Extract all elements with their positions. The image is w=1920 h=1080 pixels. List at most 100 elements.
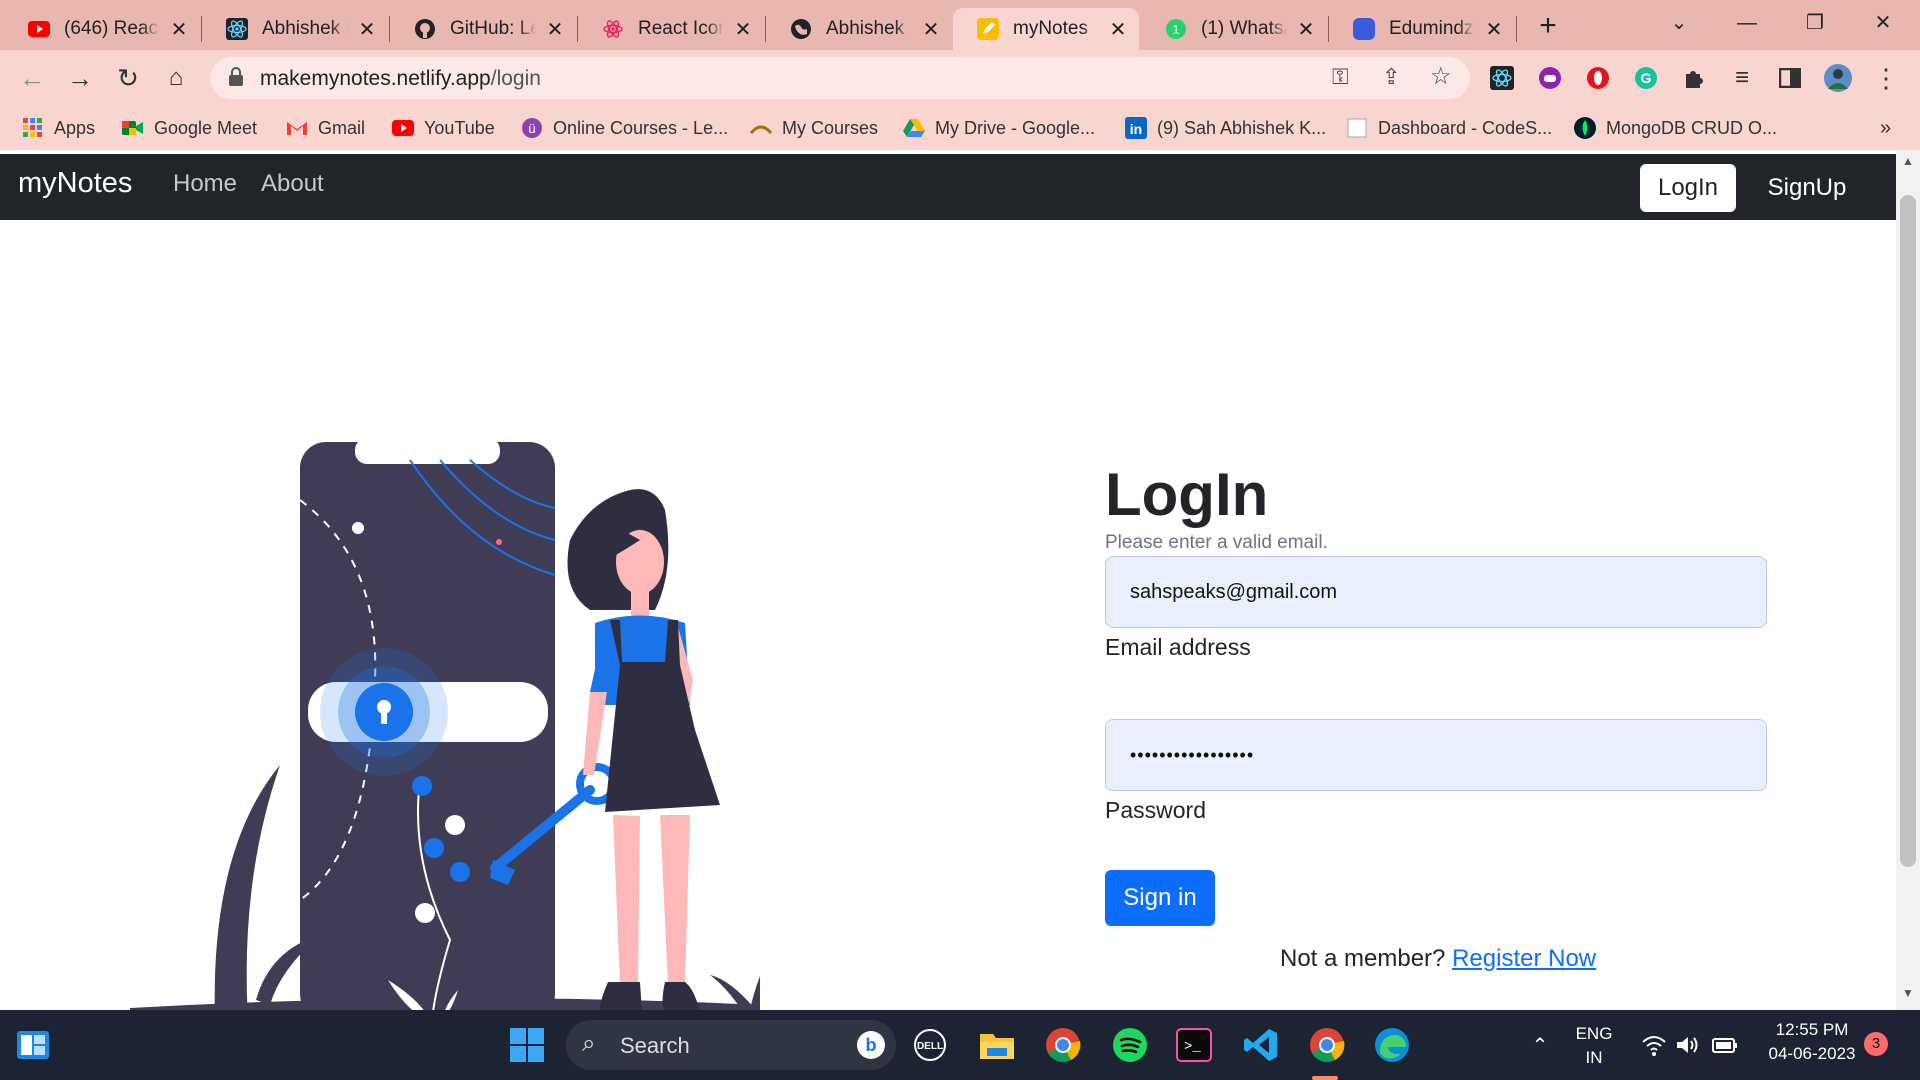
- github-icon: [414, 18, 436, 40]
- bookmark-google-meet[interactable]: Google Meet: [122, 114, 257, 142]
- start-icon[interactable]: [507, 1025, 547, 1065]
- extension-purple-icon[interactable]: [1532, 60, 1568, 96]
- mongodb-icon: [1574, 117, 1596, 139]
- bookmarks-bar: Apps Google Meet Gmail YouTube ü Online …: [0, 106, 1920, 150]
- notes-icon: [977, 18, 999, 40]
- terminal-icon[interactable]: >_: [1174, 1025, 1214, 1065]
- dell-icon[interactable]: DELL: [910, 1025, 950, 1065]
- register-link[interactable]: Register Now: [1452, 945, 1596, 972]
- minimize-icon[interactable]: —: [1722, 6, 1772, 40]
- bookmarks-overflow-button[interactable]: »: [1880, 114, 1891, 142]
- bookmark-linkedin[interactable]: in (9) Sah Abhishek K...: [1125, 114, 1326, 142]
- lock-icon[interactable]: [228, 67, 244, 92]
- vscode-icon[interactable]: [1241, 1025, 1281, 1065]
- new-tab-button[interactable]: +: [1530, 10, 1566, 42]
- navbar-login-button[interactable]: LogIn: [1640, 164, 1736, 212]
- close-tab-icon[interactable]: ✕: [356, 17, 378, 42]
- reload-icon[interactable]: ↻: [110, 60, 146, 96]
- brand-logo[interactable]: myNotes: [18, 167, 132, 200]
- back-icon[interactable]: ←: [14, 60, 50, 96]
- chrome-icon[interactable]: [1043, 1025, 1083, 1065]
- url-text[interactable]: makemynotes.netlify.app/login: [260, 67, 541, 91]
- close-tab-icon[interactable]: ✕: [732, 17, 754, 42]
- restore-icon[interactable]: ❐: [1790, 6, 1840, 40]
- notification-badge[interactable]: 3: [1864, 1032, 1888, 1056]
- tab-youtube-react[interactable]: (646) React ✕: [4, 8, 200, 50]
- bookmark-online-courses[interactable]: ü Online Courses - Le...: [521, 114, 728, 142]
- close-tab-icon[interactable]: ✕: [1107, 17, 1129, 42]
- close-window-icon[interactable]: ✕: [1858, 6, 1908, 40]
- close-tab-icon[interactable]: ✕: [544, 17, 566, 42]
- svg-text:1: 1: [1172, 22, 1179, 37]
- close-tab-icon[interactable]: ✕: [1483, 17, 1505, 42]
- profile-avatar[interactable]: [1820, 60, 1856, 96]
- search-icon: ⌕: [582, 1030, 596, 1057]
- nav-about[interactable]: About: [261, 170, 324, 198]
- tab-abhishek[interactable]: Abhishek K ✕: [202, 8, 388, 50]
- chrome-active-icon[interactable]: [1307, 1025, 1347, 1065]
- widgets-icon[interactable]: [13, 1025, 53, 1065]
- bookmark-dashboard[interactable]: Dashboard - CodeS...: [1346, 114, 1552, 142]
- password-input[interactable]: •••••••••••••••••: [1105, 719, 1767, 791]
- bookmark-gmail[interactable]: Gmail: [286, 114, 365, 142]
- google-drive-icon: [903, 117, 925, 139]
- bookmark-mongodb[interactable]: MongoDB CRUD O...: [1574, 114, 1777, 142]
- tab-mynotes[interactable]: myNotes ✕: [953, 8, 1139, 50]
- close-tab-icon[interactable]: ✕: [1295, 17, 1317, 42]
- courses-icon: [750, 117, 772, 139]
- grammarly-icon[interactable]: G: [1628, 60, 1664, 96]
- svg-text:ü: ü: [528, 121, 535, 136]
- email-input[interactable]: sahspeaks@gmail.com: [1105, 556, 1767, 628]
- close-tab-icon[interactable]: ✕: [168, 17, 190, 42]
- bookmark-my-drive[interactable]: My Drive - Google...: [903, 114, 1095, 142]
- gmail-icon: [286, 117, 308, 139]
- tab-abhishek-globe[interactable]: Abhishek ✕: [766, 8, 952, 50]
- spotify-icon[interactable]: [1110, 1025, 1150, 1065]
- tab-search-icon[interactable]: ⌄: [1654, 6, 1704, 40]
- edge-icon[interactable]: [1372, 1025, 1412, 1065]
- register-prompt: Not a member? Register Now: [1280, 945, 1596, 973]
- bookmark-apps[interactable]: Apps: [22, 114, 95, 142]
- login-illustration: [130, 438, 760, 1010]
- email-hint: Please enter a valid email.: [1105, 532, 1328, 553]
- menu-kebab-icon[interactable]: ⋮: [1868, 60, 1904, 96]
- forward-icon[interactable]: →: [62, 60, 98, 96]
- google-meet-icon: [122, 117, 144, 139]
- scroll-up-arrow-icon[interactable]: ▲: [1896, 154, 1920, 174]
- navbar-signup-button[interactable]: SignUp: [1752, 164, 1862, 212]
- bookmark-youtube[interactable]: YouTube: [392, 114, 495, 142]
- clock[interactable]: 12:55 PM 04-06-2023: [1752, 1020, 1872, 1064]
- address-bar[interactable]: makemynotes.netlify.app/login ⚿ ⇪ ☆: [210, 57, 1470, 99]
- browser-tab-strip: (646) React ✕ Abhishek K ✕ GitHub: Let ✕…: [0, 0, 1920, 50]
- taskbar-search[interactable]: ⌕ Search b: [566, 1020, 896, 1070]
- key-icon[interactable]: ⚿: [1332, 64, 1349, 90]
- media-control-icon[interactable]: ≡: [1724, 60, 1760, 96]
- scroll-down-arrow-icon[interactable]: ▼: [1896, 986, 1920, 1006]
- bookmark-my-courses[interactable]: My Courses: [750, 114, 878, 142]
- browser-toolbar: ← → ↻ ⌂ makemynotes.netlify.app/login ⚿ …: [0, 50, 1920, 106]
- battery-icon[interactable]: [1705, 1025, 1745, 1065]
- login-title: LogIn: [1105, 461, 1269, 528]
- close-tab-icon[interactable]: ✕: [920, 17, 942, 42]
- tray-overflow-icon[interactable]: ⌃: [1520, 1025, 1560, 1065]
- svg-text:>_: >_: [1184, 1039, 1201, 1055]
- share-icon[interactable]: ⇪: [1382, 64, 1400, 90]
- tab-github[interactable]: GitHub: Let ✕: [390, 8, 576, 50]
- bookmark-star-icon[interactable]: ☆: [1430, 62, 1452, 91]
- file-explorer-icon[interactable]: [977, 1025, 1017, 1065]
- volume-icon[interactable]: [1668, 1025, 1708, 1065]
- language-indicator[interactable]: ENG IN: [1574, 1024, 1614, 1068]
- extensions-puzzle-icon[interactable]: [1676, 60, 1712, 96]
- sign-in-button[interactable]: Sign in: [1105, 870, 1215, 926]
- tab-react-icons[interactable]: React Icons ✕: [578, 8, 764, 50]
- page-scrollbar[interactable]: ▲ ▼: [1896, 150, 1920, 1010]
- home-icon[interactable]: ⌂: [158, 60, 194, 96]
- opera-icon[interactable]: [1580, 60, 1616, 96]
- tab-whatsapp[interactable]: 1 (1) WhatsA ✕: [1141, 8, 1327, 50]
- scroll-thumb[interactable]: [1900, 195, 1916, 867]
- react-devtools-icon[interactable]: [1484, 60, 1520, 96]
- nav-home[interactable]: Home: [173, 170, 237, 198]
- side-panel-icon[interactable]: [1772, 60, 1808, 96]
- youtube-icon: [28, 18, 50, 40]
- tab-edumindz[interactable]: Edumindz | ✕: [1329, 8, 1515, 50]
